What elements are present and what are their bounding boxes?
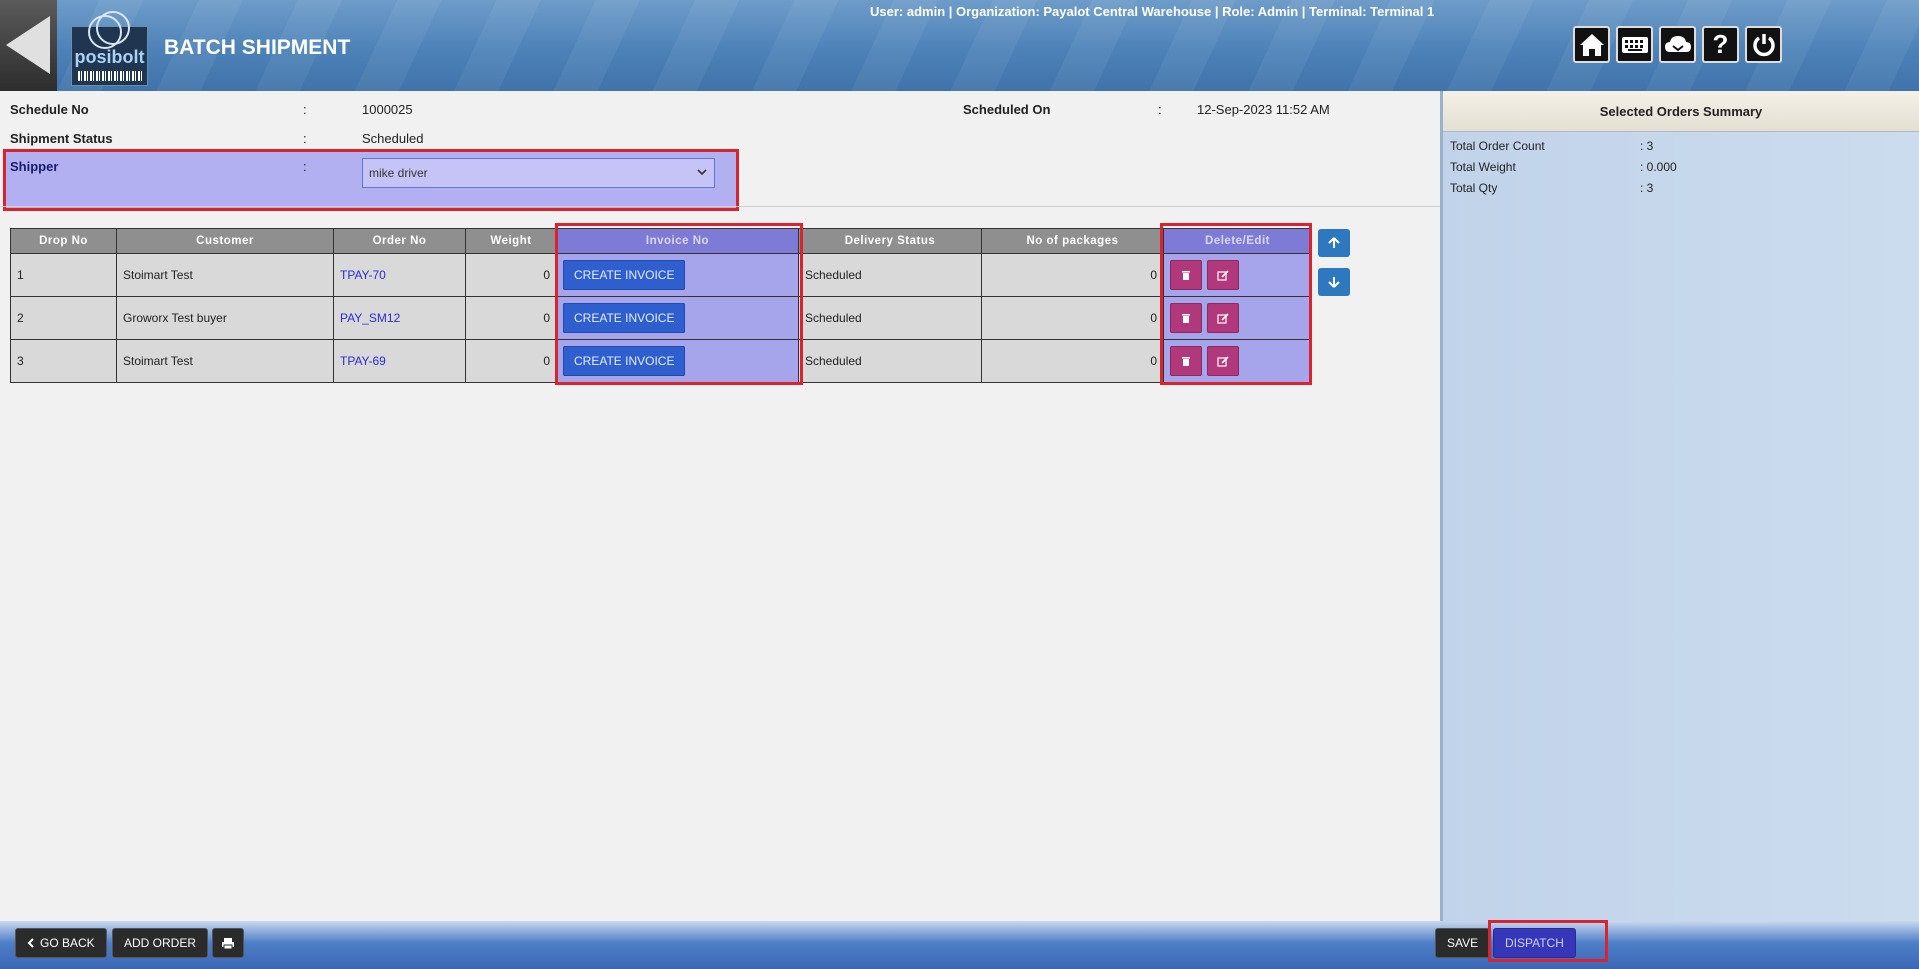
drop-no: 3 (10, 339, 117, 383)
page-title: BATCH SHIPMENT (164, 36, 351, 59)
back-arrow-button[interactable] (0, 0, 57, 91)
footer-bar (0, 921, 1919, 969)
arrow-up-icon (1328, 237, 1340, 248)
create-invoice-button[interactable]: CREATE INVOICE (563, 260, 686, 290)
edit-button[interactable] (1207, 346, 1239, 376)
edit-icon (1217, 355, 1229, 367)
orders-table: Drop No Customer Order No Weight Invoice… (10, 228, 1312, 383)
weight: 0 (465, 339, 557, 383)
save-button[interactable]: SAVE (1435, 928, 1491, 958)
shipper-label: Shipper (10, 159, 59, 174)
scheduled-on-label: Scheduled On (963, 102, 1051, 117)
col-no-of-packages: No of packages (981, 228, 1164, 254)
table-row: 1 Stoimart Test TPAY-70 0 CREATE INVOICE… (10, 253, 1312, 297)
table-row: 3 Stoimart Test TPAY-69 0 CREATE INVOICE… (10, 339, 1312, 383)
chevron-down-icon (697, 169, 707, 176)
create-invoice-button[interactable]: CREATE INVOICE (563, 346, 686, 376)
trash-icon (1182, 270, 1190, 280)
weight: 0 (465, 253, 557, 297)
scheduled-on-value: 12-Sep-2023 11:52 AM (1197, 102, 1330, 117)
shipment-status-label: Shipment Status (10, 131, 113, 146)
col-weight: Weight (465, 228, 557, 254)
weight: 0 (465, 296, 557, 340)
no-of-packages: 0 (981, 253, 1164, 297)
print-button[interactable] (212, 928, 244, 958)
go-back-label: GO BACK (40, 936, 95, 950)
order-no-link[interactable]: PAY_SM12 (333, 296, 466, 340)
dispatch-button[interactable]: DISPATCH (1493, 928, 1576, 958)
edit-icon (1217, 312, 1229, 324)
col-invoice-no: Invoice No (556, 228, 799, 254)
go-back-button[interactable]: GO BACK (15, 928, 107, 958)
total-qty-value: : 3 (1640, 181, 1654, 195)
move-up-button[interactable] (1318, 229, 1350, 257)
colon: : (1158, 102, 1162, 117)
keyboard-icon[interactable] (1616, 26, 1653, 63)
chevron-left-icon (27, 938, 34, 948)
back-arrow-icon (6, 16, 50, 74)
edit-button[interactable] (1207, 260, 1239, 290)
customer: Stoimart Test (116, 253, 334, 297)
cloud-icon[interactable] (1659, 26, 1696, 63)
schedule-no-value: 1000025 (362, 102, 413, 117)
create-invoice-button[interactable]: CREATE INVOICE (563, 303, 686, 333)
no-of-packages: 0 (981, 296, 1164, 340)
total-order-count-label: Total Order Count (1450, 139, 1545, 153)
col-drop-no: Drop No (10, 228, 117, 254)
trash-icon (1182, 313, 1190, 323)
customer: Groworx Test buyer (116, 296, 334, 340)
order-no-link[interactable]: TPAY-70 (333, 253, 466, 297)
schedule-no-label: Schedule No (10, 102, 89, 117)
delete-button[interactable] (1170, 346, 1202, 376)
summary-title: Selected Orders Summary (1443, 91, 1919, 132)
col-delivery-status: Delivery Status (798, 228, 982, 254)
edit-button[interactable] (1207, 303, 1239, 333)
total-weight-value: : 0.000 (1640, 160, 1677, 174)
col-customer: Customer (116, 228, 334, 254)
order-no-link[interactable]: TPAY-69 (333, 339, 466, 383)
home-icon[interactable] (1573, 26, 1610, 63)
colon: : (303, 102, 307, 117)
divider (0, 206, 1440, 207)
total-order-count-value: : 3 (1640, 139, 1654, 153)
print-icon (222, 937, 234, 949)
selected-orders-summary: Selected Orders Summary Total Order Coun… (1440, 91, 1919, 921)
col-delete-edit: Delete/Edit (1163, 228, 1312, 254)
shipper-select[interactable]: mike driver (362, 158, 715, 188)
arrow-down-icon (1328, 277, 1340, 288)
move-down-button[interactable] (1318, 268, 1350, 296)
top-toolbar: ? (1573, 26, 1782, 63)
shipment-status-value: Scheduled (362, 131, 424, 146)
delete-button[interactable] (1170, 260, 1202, 290)
delivery-status: Scheduled (798, 339, 982, 383)
add-order-button[interactable]: ADD ORDER (112, 928, 209, 958)
posibolt-logo: posibolt (71, 11, 148, 86)
no-of-packages: 0 (981, 339, 1164, 383)
trash-icon (1182, 356, 1190, 366)
drop-no: 1 (10, 253, 117, 297)
power-icon[interactable] (1745, 26, 1782, 63)
customer: Stoimart Test (116, 339, 334, 383)
total-qty-label: Total Qty (1450, 181, 1498, 195)
shipper-select-value: mike driver (369, 166, 428, 180)
colon: : (303, 131, 307, 146)
delivery-status: Scheduled (798, 296, 982, 340)
col-order-no: Order No (333, 228, 466, 254)
total-weight-label: Total Weight (1450, 160, 1516, 174)
user-info: User: admin | Organization: Payalot Cent… (870, 4, 1435, 19)
help-icon[interactable]: ? (1702, 26, 1739, 63)
barcode-icon (78, 71, 142, 81)
drop-no: 2 (10, 296, 117, 340)
delivery-status: Scheduled (798, 253, 982, 297)
delete-button[interactable] (1170, 303, 1202, 333)
brand-name: posibolt (74, 47, 145, 67)
table-row: 2 Groworx Test buyer PAY_SM12 0 CREATE I… (10, 296, 1312, 340)
edit-icon (1217, 269, 1229, 281)
colon: : (303, 159, 307, 174)
